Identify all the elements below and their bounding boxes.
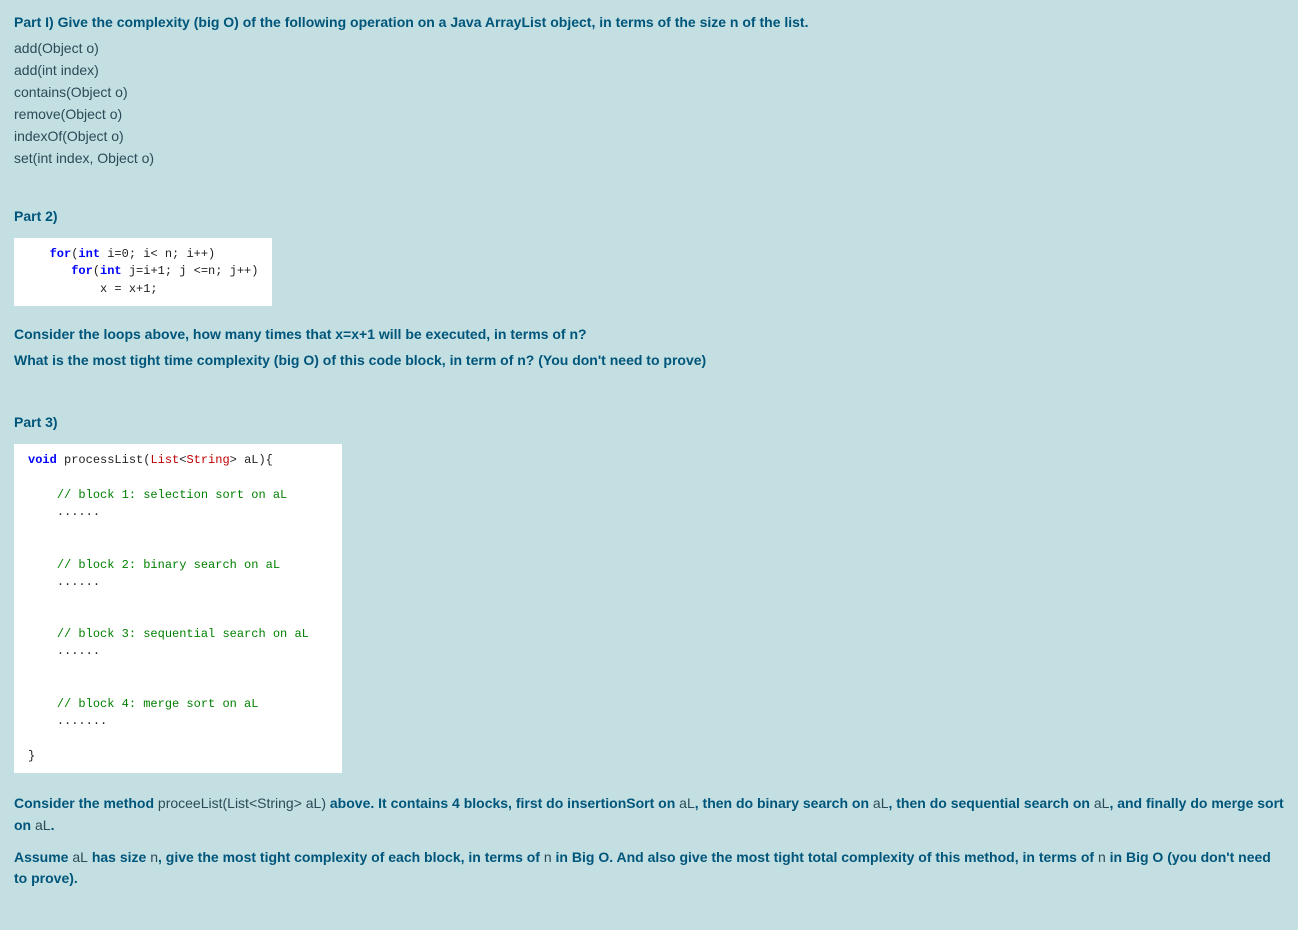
part3-heading: Part 3) — [14, 414, 1284, 430]
part2-question-2: What is the most tight time complexity (… — [14, 352, 1284, 368]
code-inline: aL — [35, 817, 51, 833]
text: in Big O. And also give the most tight t… — [552, 849, 1098, 865]
code-dots: ...... — [57, 644, 100, 658]
code-close-brace: } — [28, 749, 35, 763]
text: , then do binary search on — [695, 795, 873, 811]
part2-code-block: for(int i=0; i< n; i++) for(int j=i+1; j… — [14, 238, 272, 306]
part3-question: Assume aL has size n, give the most tigh… — [14, 847, 1284, 890]
type-list: List — [150, 453, 179, 467]
keyword-int: int — [100, 264, 122, 278]
code-text: processList( — [57, 453, 151, 467]
code-inline: aL — [873, 795, 889, 811]
code-dots: ....... — [57, 714, 107, 728]
comment-block-2: // block 2: binary search on aL — [57, 558, 280, 572]
part1-op: set(int index, Object o) — [14, 150, 1284, 166]
part3-code-block: void processList(List<String> aL){ // bl… — [14, 444, 342, 773]
code-inline: n — [150, 849, 158, 865]
part1-op: indexOf(Object o) — [14, 128, 1284, 144]
comment-block-4: // block 4: merge sort on aL — [57, 697, 259, 711]
code-text: j=i+1; j <=n; j++) — [122, 264, 259, 278]
part1-heading: Part I) Give the complexity (big O) of t… — [14, 14, 1284, 30]
keyword-for: for — [71, 264, 93, 278]
part2-question-1: Consider the loops above, how many times… — [14, 326, 1284, 342]
text: has size — [88, 849, 150, 865]
text: , give the most tight complexity of each… — [158, 849, 544, 865]
code-inline: aL — [1094, 795, 1110, 811]
part1-op: contains(Object o) — [14, 84, 1284, 100]
part2-heading: Part 2) — [14, 208, 1284, 224]
part1-op: remove(Object o) — [14, 106, 1284, 122]
text: . — [51, 817, 55, 833]
comment-block-1: // block 1: selection sort on aL — [57, 488, 287, 502]
type-string: String — [186, 453, 229, 467]
code-inline: aL — [72, 849, 88, 865]
part1-op: add(int index) — [14, 62, 1284, 78]
comment-block-3: // block 3: sequential search on aL — [57, 627, 309, 641]
text: above. It contains 4 blocks, first do in… — [326, 795, 679, 811]
code-inline: proceeList(List<String> aL) — [158, 795, 326, 811]
code-inline: n — [1098, 849, 1106, 865]
code-inline: aL — [679, 795, 695, 811]
code-dots: ...... — [57, 575, 100, 589]
text: Assume — [14, 849, 72, 865]
part1-op: add(Object o) — [14, 40, 1284, 56]
document-page: Part I) Give the complexity (big O) of t… — [0, 0, 1298, 930]
code-text: x = x+1; — [100, 282, 158, 296]
keyword-void: void — [28, 453, 57, 467]
code-text: aL){ — [237, 453, 273, 467]
keyword-int: int — [78, 247, 100, 261]
text: , then do sequential search on — [888, 795, 1093, 811]
text: Consider the method — [14, 795, 158, 811]
code-inline: n — [544, 849, 552, 865]
code-text: > — [230, 453, 237, 467]
code-dots: ...... — [57, 505, 100, 519]
keyword-for: for — [50, 247, 72, 261]
code-text: i=0; i< n; i++) — [100, 247, 215, 261]
part3-description: Consider the method proceeList(List<Stri… — [14, 793, 1284, 836]
